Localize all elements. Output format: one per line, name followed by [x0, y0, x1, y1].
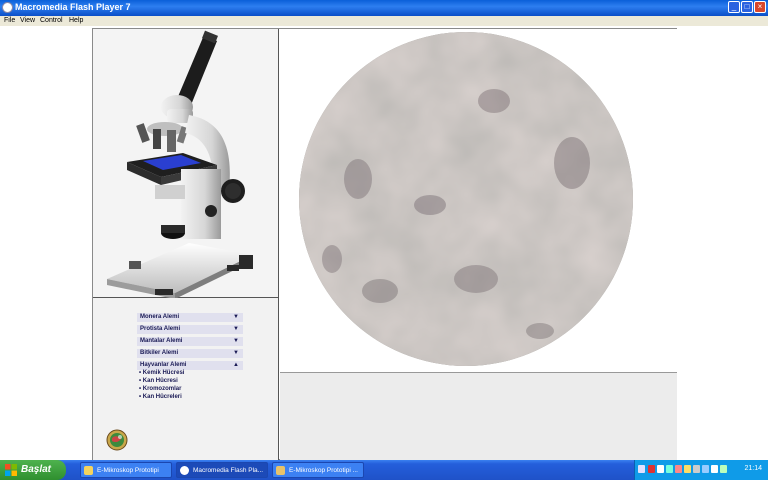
folder-icon [84, 466, 93, 475]
flash-player-icon [2, 2, 13, 13]
clock[interactable]: 21:14 [744, 465, 762, 472]
category-label: Hayvanlar Alemi [140, 362, 187, 368]
kingdom-menu-panel: Monera Alemi ▼ Protista Alemi ▼ Mantalar… [93, 298, 279, 461]
menu-help[interactable]: Help [69, 17, 83, 24]
menu-bar: File View Control Help [0, 16, 768, 26]
info-panel [280, 372, 677, 461]
chevron-down-icon: ▼ [233, 326, 239, 332]
security-icon[interactable] [675, 465, 682, 473]
arrow-left-icon[interactable] [638, 465, 645, 473]
flash-player-icon [180, 466, 189, 475]
messenger-icon[interactable] [666, 465, 673, 473]
flash-stage: Monera Alemi ▼ Protista Alemi ▼ Mantalar… [92, 28, 677, 461]
category-bitkiler[interactable]: Bitkiler Alemi ▼ [137, 349, 243, 358]
microscope-image [107, 30, 253, 299]
task-label: E-Mikroskop Prototipi ... [289, 467, 358, 474]
microscope-view-panel [280, 29, 677, 372]
display-icon[interactable] [702, 465, 709, 473]
subitem-kemik-hucresi[interactable]: • Kemik Hücresi [139, 369, 184, 377]
window-title: Macromedia Flash Player 7 [15, 2, 131, 12]
network-icon[interactable] [657, 465, 664, 473]
start-label: Başlat [21, 464, 52, 475]
antivirus-icon[interactable] [648, 465, 655, 473]
category-mantalar[interactable]: Mantalar Alemi ▼ [137, 337, 243, 346]
taskbar-item-flash-player[interactable]: Macromedia Flash Pla... [176, 462, 268, 478]
subitem-kromozomlar[interactable]: • Kromozomlar [139, 385, 181, 393]
task-label: Macromedia Flash Pla... [193, 467, 264, 474]
globe-logo-icon[interactable] [106, 429, 128, 451]
volume-icon[interactable] [711, 465, 718, 473]
menu-control[interactable]: Control [40, 17, 63, 24]
menu-file[interactable]: File [4, 17, 15, 24]
minimize-button[interactable]: _ [728, 1, 740, 13]
chevron-up-icon: ▲ [233, 362, 239, 368]
category-label: Bitkiler Alemi [140, 350, 179, 356]
chevron-down-icon: ▼ [233, 314, 239, 320]
document-icon [276, 466, 285, 475]
subitem-kan-hucreleri[interactable]: • Kan Hücreleri [139, 393, 182, 401]
windows-logo-icon [5, 464, 17, 476]
menu-view[interactable]: View [20, 17, 35, 24]
taskbar: Başlat E-Mikroskop Prototipi Macromedia … [0, 460, 768, 480]
task-label: E-Mikroskop Prototipi [97, 467, 159, 474]
window-titlebar: Macromedia Flash Player 7 _ □ × [0, 0, 768, 16]
specimen-view-circle[interactable] [280, 29, 677, 372]
microscope-panel [93, 29, 279, 299]
chevron-down-icon: ▼ [233, 338, 239, 344]
category-protista[interactable]: Protista Alemi ▼ [137, 325, 243, 334]
usb-icon[interactable] [693, 465, 700, 473]
system-tray: 21:14 [634, 460, 768, 480]
category-label: Protista Alemi [140, 326, 181, 332]
start-button[interactable]: Başlat [0, 460, 66, 480]
update-icon[interactable] [684, 465, 691, 473]
subitem-kan-hucresi[interactable]: • Kan Hücresi [139, 377, 178, 385]
taskbar-item-document[interactable]: E-Mikroskop Prototipi ... [272, 462, 364, 478]
taskbar-item-folder[interactable]: E-Mikroskop Prototipi [80, 462, 172, 478]
chevron-down-icon: ▼ [233, 350, 239, 356]
maximize-button[interactable]: □ [741, 1, 753, 13]
category-label: Monera Alemi [140, 314, 180, 320]
category-monera[interactable]: Monera Alemi ▼ [137, 313, 243, 322]
shield-icon[interactable] [720, 465, 727, 473]
close-button[interactable]: × [754, 1, 766, 13]
category-label: Mantalar Alemi [140, 338, 183, 344]
